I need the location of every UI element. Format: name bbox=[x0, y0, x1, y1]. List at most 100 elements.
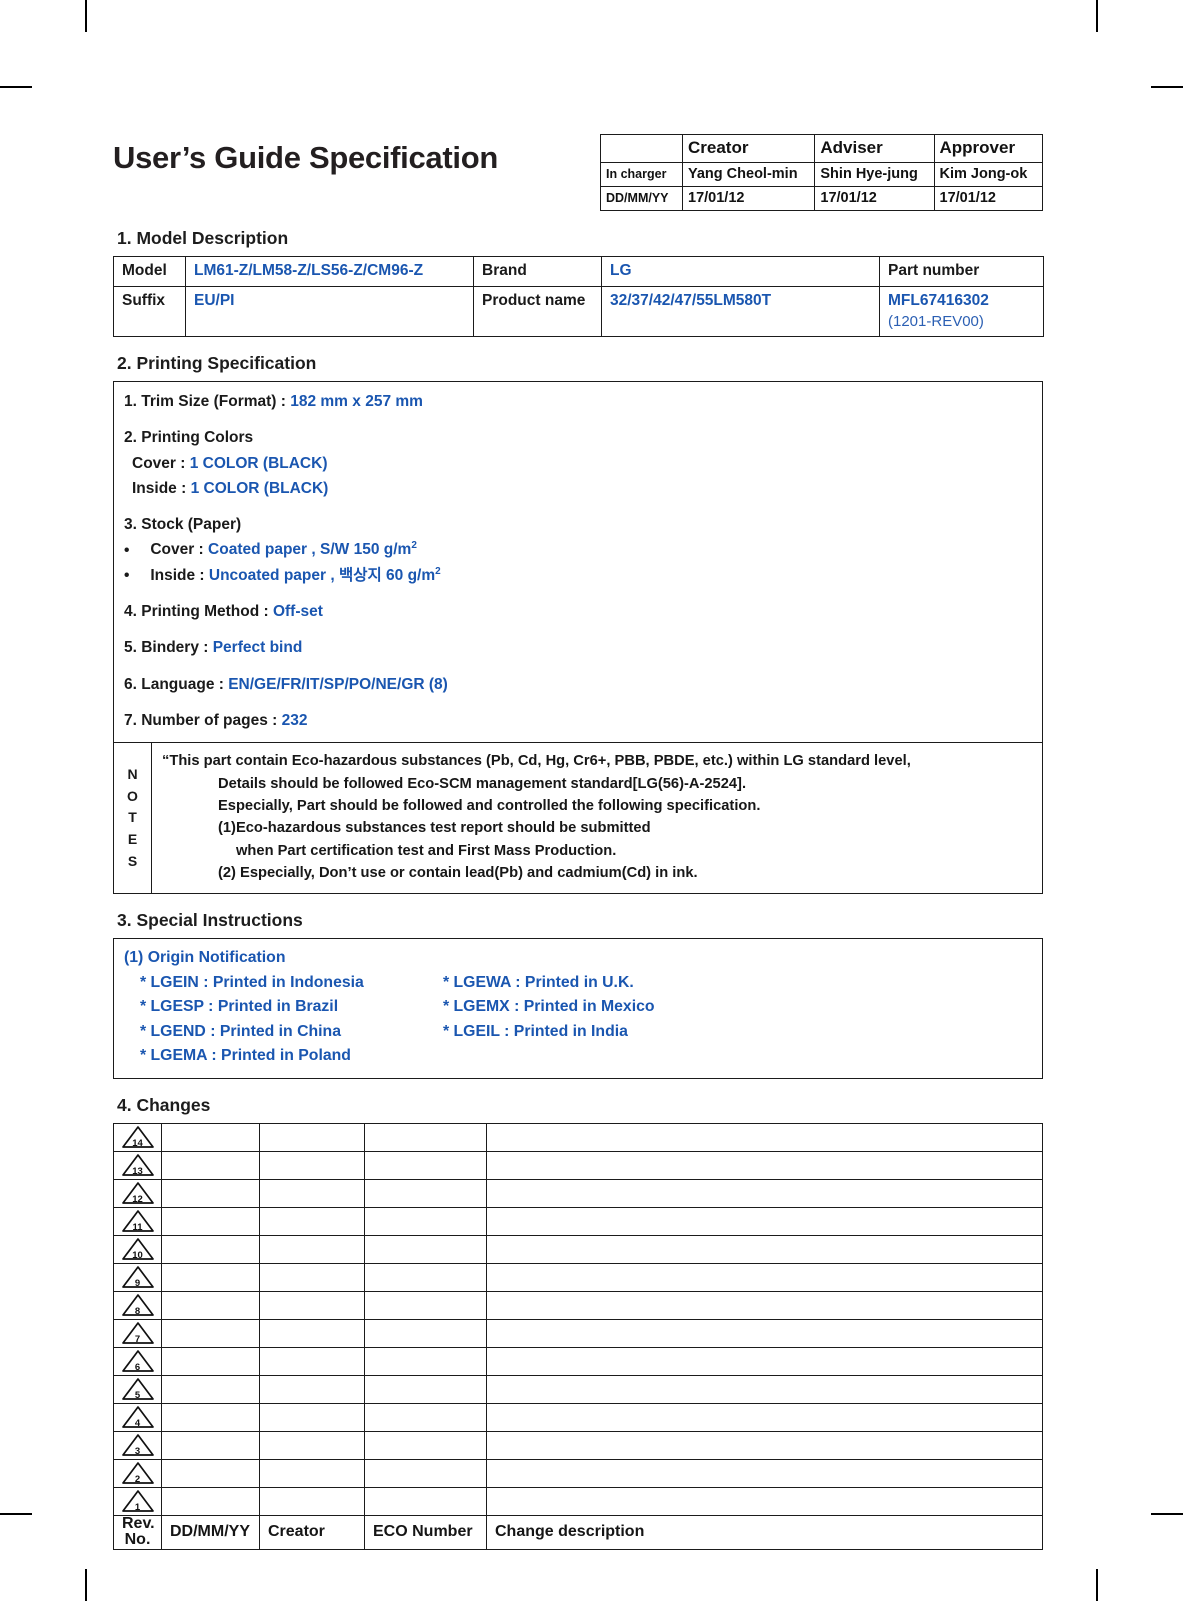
changes-date-cell[interactable] bbox=[161, 1122, 260, 1152]
changes-creator-cell[interactable] bbox=[259, 1290, 365, 1320]
spec-language-value: EN/GE/FR/IT/SP/PO/NE/GR (8) bbox=[228, 675, 448, 693]
part-number-revision: (1201-REV00) bbox=[888, 312, 984, 330]
changes-description-cell[interactable] bbox=[486, 1262, 1043, 1292]
changes-description-cell[interactable] bbox=[486, 1402, 1043, 1432]
changes-date-cell[interactable] bbox=[161, 1318, 260, 1348]
changes-description-cell[interactable] bbox=[486, 1430, 1043, 1460]
approval-row-date: DD/MM/YY 17/01/12 17/01/12 17/01/12 bbox=[600, 185, 1043, 211]
changes-eco-number-cell[interactable] bbox=[364, 1262, 487, 1292]
changes-revision-number: 2 bbox=[134, 1473, 141, 1485]
note-line-1: “This part contain Eco-hazardous substan… bbox=[162, 753, 911, 770]
changes-revision-number: 1 bbox=[134, 1501, 141, 1513]
spec-bindery: 5. Bindery : Perfect bind bbox=[124, 636, 1032, 659]
changes-description-cell[interactable] bbox=[486, 1122, 1043, 1152]
changes-description-cell[interactable] bbox=[486, 1458, 1043, 1488]
origin-row-4-right bbox=[443, 1044, 1032, 1068]
changes-eco-number-cell[interactable] bbox=[364, 1346, 487, 1376]
changes-creator-cell[interactable] bbox=[259, 1206, 365, 1236]
changes-description-cell[interactable] bbox=[486, 1150, 1043, 1180]
changes-date-cell[interactable] bbox=[161, 1150, 260, 1180]
changes-eco-number-cell[interactable] bbox=[364, 1122, 487, 1152]
spec-printing-method: 4. Printing Method : Off-set bbox=[124, 600, 1032, 623]
changes-eco-number-cell[interactable] bbox=[364, 1150, 487, 1180]
changes-description-cell[interactable] bbox=[486, 1206, 1043, 1236]
spec-colors-cover-value: 1 COLOR (BLACK) bbox=[189, 454, 328, 472]
changes-revision-marker-cell: 14 bbox=[113, 1122, 162, 1152]
approval-corner-cell bbox=[600, 134, 683, 163]
changes-revision-number: 12 bbox=[132, 1193, 143, 1205]
note-line-2: Details should be followed Eco-SCM manag… bbox=[218, 775, 747, 792]
notes-letter-o: O bbox=[127, 787, 138, 804]
spec-printing-method-label: 4. Printing Method : bbox=[124, 603, 273, 621]
changes-eco-number-cell[interactable] bbox=[364, 1430, 487, 1460]
changes-date-cell[interactable] bbox=[161, 1234, 260, 1264]
changes-eco-number-cell[interactable] bbox=[364, 1206, 487, 1236]
changes-date-cell[interactable] bbox=[161, 1262, 260, 1292]
changes-description-cell[interactable] bbox=[486, 1486, 1043, 1516]
changes-eco-number-cell[interactable] bbox=[364, 1290, 487, 1320]
changes-revision-marker-cell: 11 bbox=[113, 1206, 162, 1236]
approval-adviser-date: 17/01/12 bbox=[814, 185, 935, 211]
changes-eco-number-cell[interactable] bbox=[364, 1318, 487, 1348]
changes-date-cell[interactable] bbox=[161, 1402, 260, 1432]
changes-description-cell[interactable] bbox=[486, 1374, 1043, 1404]
changes-description-cell[interactable] bbox=[486, 1178, 1043, 1208]
changes-description-cell[interactable] bbox=[486, 1318, 1043, 1348]
changes-date-cell[interactable] bbox=[161, 1374, 260, 1404]
spec-number-of-pages-value: 232 bbox=[281, 711, 308, 729]
changes-revision-marker-cell: 6 bbox=[113, 1346, 162, 1376]
spec-stock-inside-superscript: 2 bbox=[435, 565, 441, 577]
changes-eco-number-cell[interactable] bbox=[364, 1486, 487, 1516]
changes-creator-cell[interactable] bbox=[259, 1458, 365, 1488]
changes-date-cell[interactable] bbox=[161, 1290, 260, 1320]
changes-creator-cell[interactable] bbox=[259, 1346, 365, 1376]
changes-description-cell[interactable] bbox=[486, 1290, 1043, 1320]
spec-printing-colors-label: 2. Printing Colors bbox=[124, 429, 254, 447]
changes-date-cell[interactable] bbox=[161, 1346, 260, 1376]
changes-eco-number-cell[interactable] bbox=[364, 1374, 487, 1404]
note-line-5: when Part certification test and First M… bbox=[236, 842, 617, 859]
table-row: 3 bbox=[113, 1430, 1043, 1460]
notes-section: N O T E S “This part contain Eco-hazardo… bbox=[114, 742, 1042, 894]
changes-eco-number-cell[interactable] bbox=[364, 1234, 487, 1264]
changes-date-cell[interactable] bbox=[161, 1458, 260, 1488]
changes-date-cell[interactable] bbox=[161, 1430, 260, 1460]
changes-date-cell[interactable] bbox=[161, 1206, 260, 1236]
changes-creator-cell[interactable] bbox=[259, 1150, 365, 1180]
approval-col-adviser: Adviser bbox=[814, 134, 935, 163]
changes-creator-cell[interactable] bbox=[259, 1178, 365, 1208]
changes-creator-cell[interactable] bbox=[259, 1318, 365, 1348]
model-description-table: Model LM61-Z/LM58-Z/LS56-Z/CM96-Z Brand … bbox=[113, 256, 1044, 338]
changes-date-cell[interactable] bbox=[161, 1178, 260, 1208]
changes-creator-cell[interactable] bbox=[259, 1402, 365, 1432]
changes-creator-cell[interactable] bbox=[259, 1122, 365, 1152]
changes-eco-number-cell[interactable] bbox=[364, 1458, 487, 1488]
notes-letter-s: S bbox=[127, 852, 138, 869]
changes-creator-cell[interactable] bbox=[259, 1430, 365, 1460]
changes-creator-cell[interactable] bbox=[259, 1234, 365, 1264]
origin-lgein: * LGEIN : Printed in Indonesia bbox=[140, 973, 364, 991]
special-instructions-box: (1) Origin Notification * LGEIN : Printe… bbox=[113, 938, 1043, 1079]
document-content: User’s Guide Specification Creator Advis… bbox=[113, 130, 1044, 1551]
changes-date-cell[interactable] bbox=[161, 1486, 260, 1516]
part-number-value: MFL67416302 bbox=[888, 291, 989, 309]
warning-triangle-icon: 14 bbox=[121, 1125, 155, 1149]
changes-description-cell[interactable] bbox=[486, 1346, 1043, 1376]
changes-footer-eco-number: ECO Number bbox=[364, 1514, 487, 1551]
table-row: 6 bbox=[113, 1346, 1043, 1376]
model-table-row-2: Suffix EU/PI Product name 32/37/42/47/55… bbox=[113, 285, 1044, 338]
spec-trim-size: 1. Trim Size (Format) : 182 mm x 257 mm bbox=[124, 390, 1032, 413]
suffix-label: Suffix bbox=[113, 285, 186, 338]
changes-footer-rev-line2: No. bbox=[124, 1531, 151, 1549]
spec-number-of-pages-label: 7. Number of pages : bbox=[124, 711, 282, 729]
spec-stock-inside-value: Uncoated paper , 백상지 60 g/m bbox=[208, 566, 436, 584]
changes-eco-number-cell[interactable] bbox=[364, 1402, 487, 1432]
spec-stock-cover-label: Cover : bbox=[150, 541, 209, 559]
changes-revision-number: 7 bbox=[134, 1333, 141, 1345]
changes-creator-cell[interactable] bbox=[259, 1374, 365, 1404]
changes-creator-cell[interactable] bbox=[259, 1486, 365, 1516]
model-label: Model bbox=[113, 256, 186, 287]
changes-eco-number-cell[interactable] bbox=[364, 1178, 487, 1208]
changes-creator-cell[interactable] bbox=[259, 1262, 365, 1292]
changes-description-cell[interactable] bbox=[486, 1234, 1043, 1264]
